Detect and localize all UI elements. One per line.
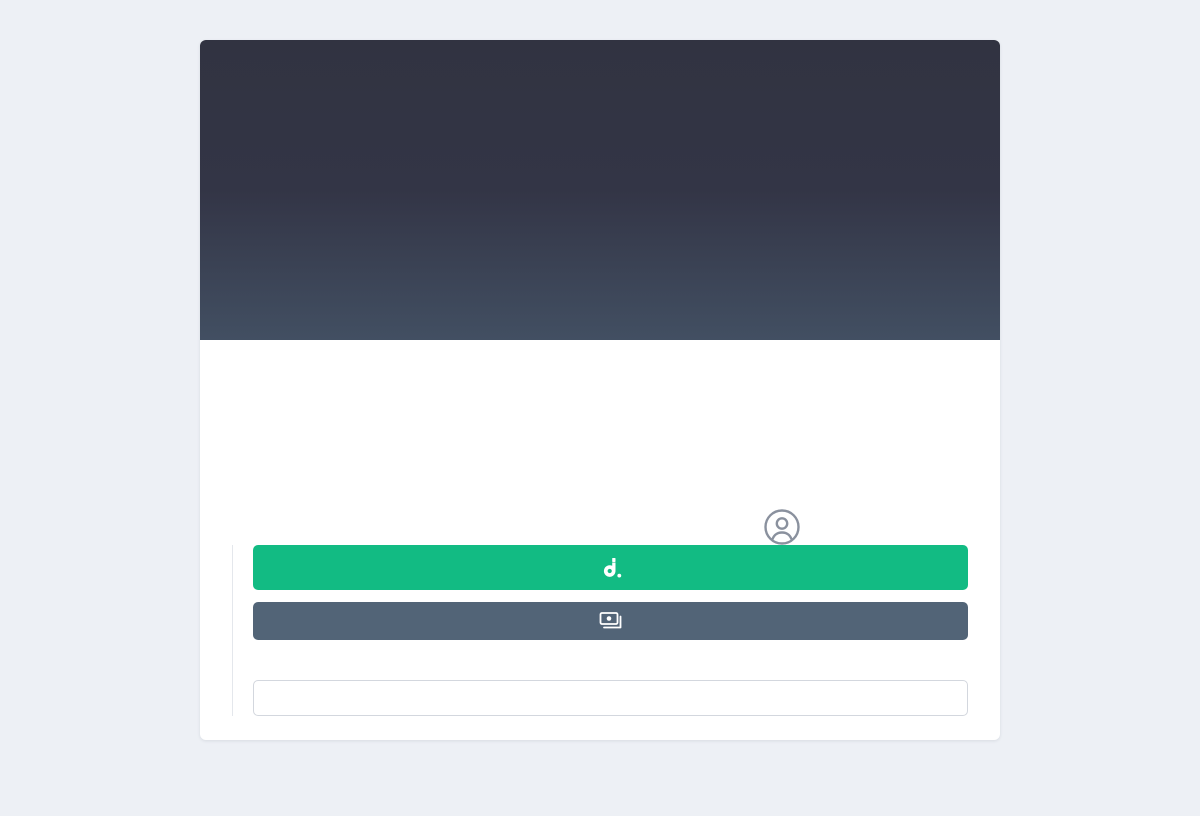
payment-button[interactable] bbox=[253, 602, 968, 640]
cash-icon bbox=[599, 611, 623, 631]
user-circle-icon[interactable] bbox=[763, 508, 801, 546]
deezer-button[interactable] bbox=[253, 545, 968, 590]
action-panel bbox=[232, 545, 969, 716]
main-card bbox=[200, 40, 1000, 740]
hero-banner bbox=[200, 40, 1000, 340]
deezer-logo-icon bbox=[600, 557, 622, 579]
text-input[interactable] bbox=[253, 680, 968, 716]
